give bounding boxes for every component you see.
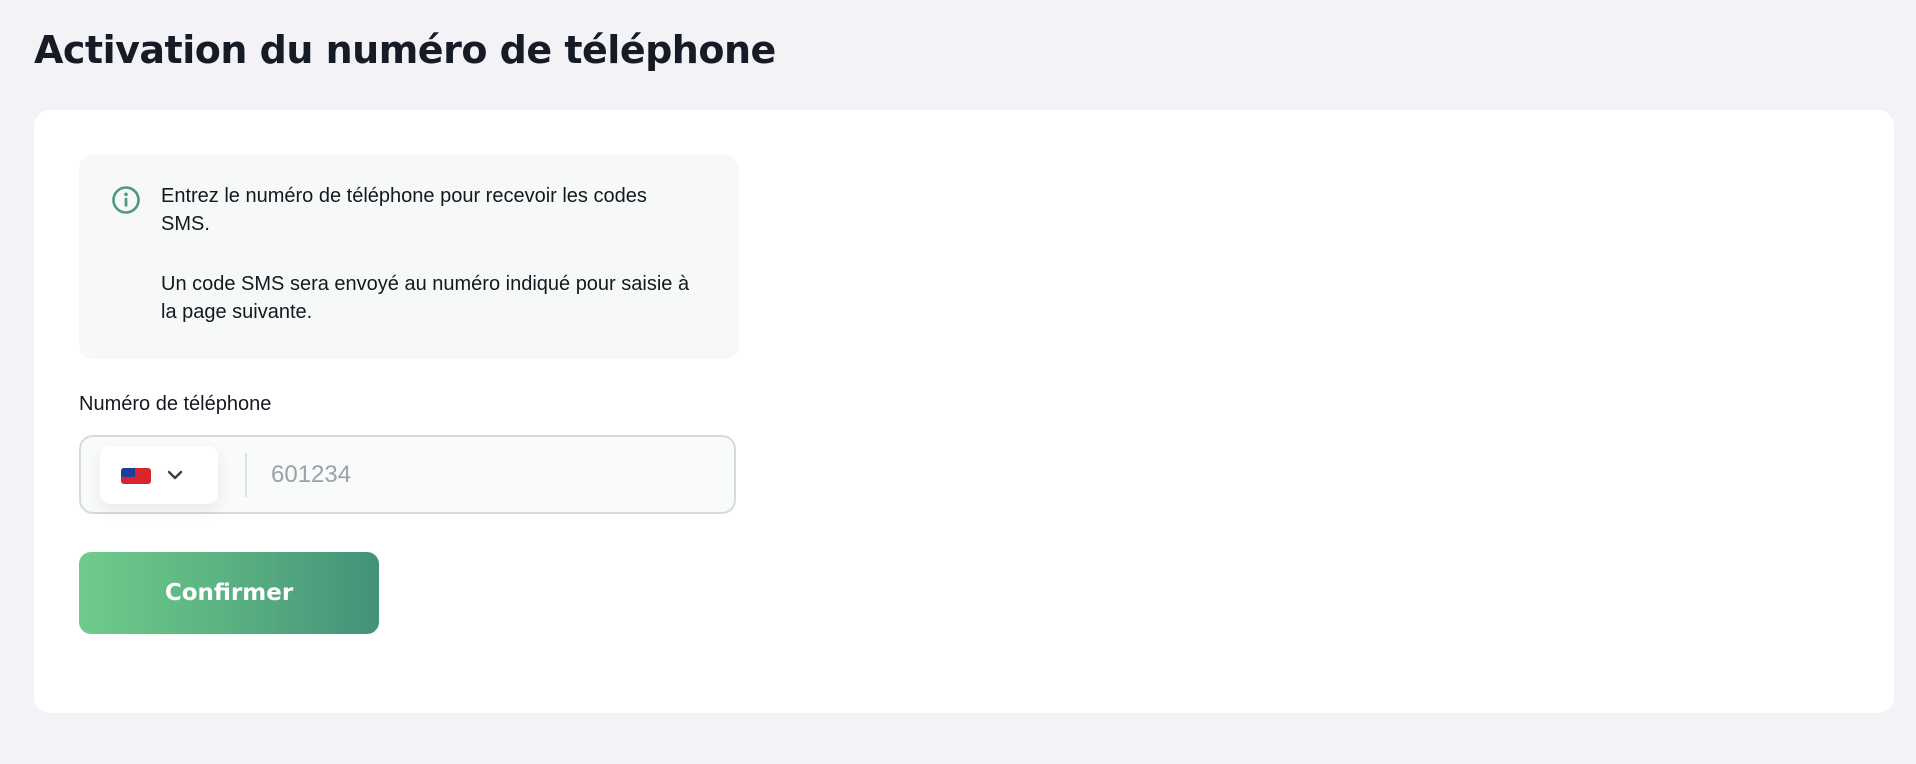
country-selector[interactable]: [100, 446, 218, 504]
info-text: Entrez le numéro de téléphone pour recev…: [161, 182, 701, 358]
chevron-down-icon: [166, 466, 184, 484]
info-circle-icon: [111, 185, 141, 215]
page-title: Activation du numéro de téléphone: [34, 28, 776, 72]
info-line-2: Un code SMS sera envoyé au numéro indiqu…: [161, 273, 690, 323]
flag-icon: [121, 468, 151, 484]
info-box: Entrez le numéro de téléphone pour recev…: [79, 155, 739, 359]
phone-label: Numéro de téléphone: [79, 393, 272, 415]
activation-card: Entrez le numéro de téléphone pour recev…: [34, 110, 1894, 713]
phone-input[interactable]: [257, 445, 707, 505]
confirm-button[interactable]: Confirmer: [79, 552, 379, 634]
field-divider: [245, 453, 247, 497]
phone-field: [79, 435, 736, 514]
info-line-1: Entrez le numéro de téléphone pour recev…: [161, 185, 647, 235]
